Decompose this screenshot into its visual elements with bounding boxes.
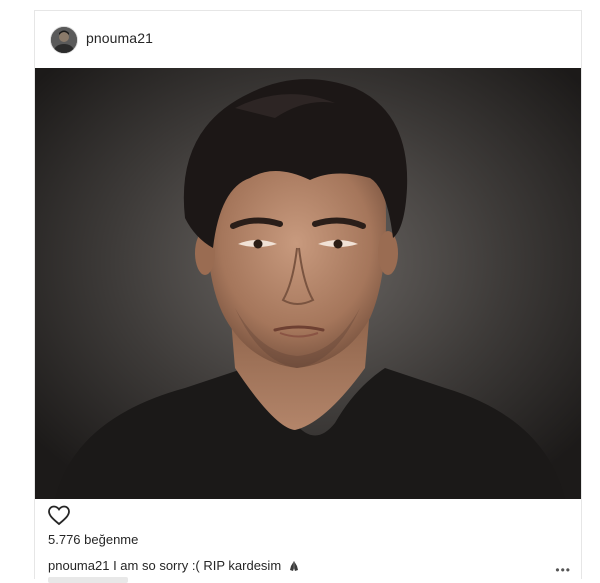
more-options-button[interactable]: ••• (555, 563, 571, 577)
timestamp-faded (48, 577, 128, 583)
caption-username[interactable]: pnouma21 (48, 558, 109, 573)
post-photo[interactable] (35, 68, 581, 499)
portrait-image (35, 68, 581, 499)
post-username[interactable]: pnouma21 (86, 30, 153, 46)
ellipsis-icon: ••• (555, 563, 571, 577)
post-actions (47, 503, 71, 527)
profile-avatar-icon (51, 27, 77, 53)
post-header: pnouma21 (35, 11, 581, 67)
likes-count[interactable]: 5.776 beğenme (48, 532, 138, 547)
praying-hands-icon (289, 561, 298, 571)
heart-outline-icon[interactable] (47, 503, 71, 527)
post-caption: pnouma21 I am so sorry :( RIP kardesim (48, 558, 300, 573)
caption-text: I am so sorry :( RIP kardesim (113, 558, 282, 573)
avatar[interactable] (50, 26, 78, 54)
instagram-post: pnouma21 5.776 beğenme pnouma21 I am so … (34, 10, 582, 583)
